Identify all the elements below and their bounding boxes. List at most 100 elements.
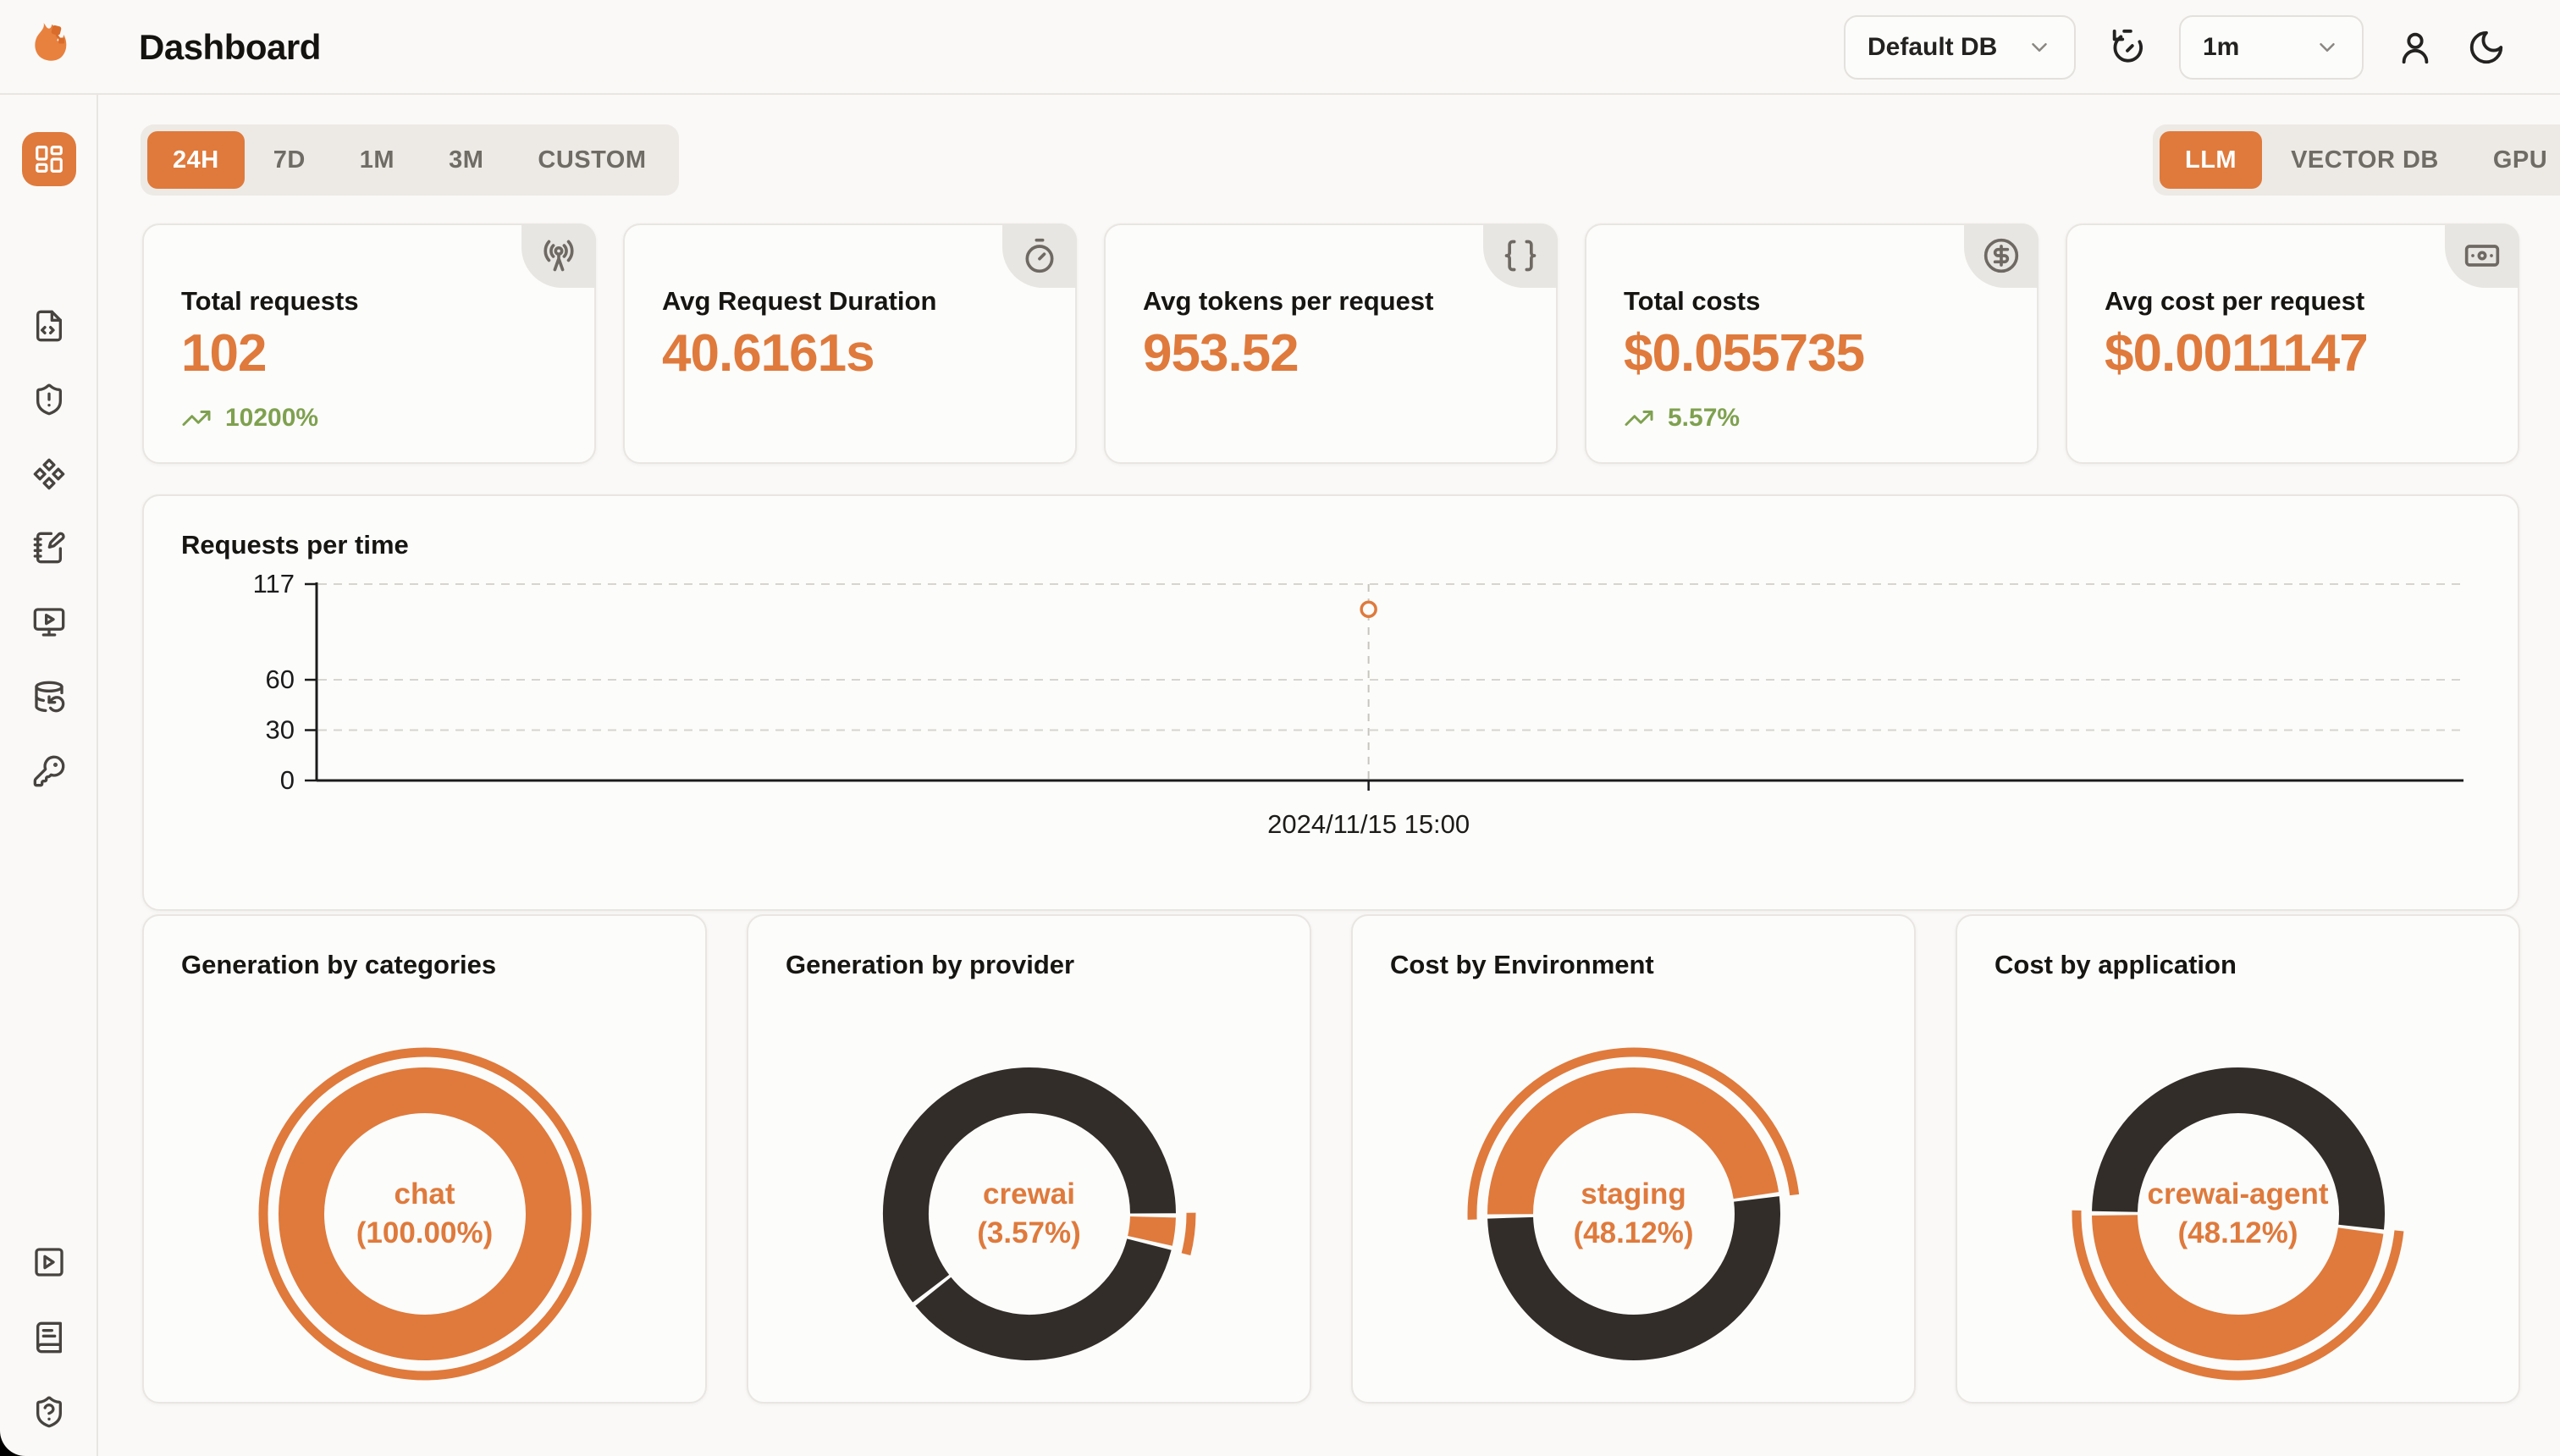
interval-select[interactable]: 1m xyxy=(2179,15,2364,80)
layout-dashboard-icon xyxy=(33,143,65,175)
braces-icon xyxy=(1502,237,1539,274)
metric-delta-value: 5.57% xyxy=(1668,404,1740,433)
donut-chart: crewai-agent (48.12%) xyxy=(2061,1036,2416,1392)
chevron-down-icon xyxy=(2314,35,2340,60)
square-play-icon xyxy=(32,1245,66,1279)
shield-alert-icon xyxy=(32,383,66,416)
tab-1m[interactable]: 1M xyxy=(334,131,420,189)
user-icon[interactable] xyxy=(2396,28,2435,67)
sidebar-item-databases[interactable] xyxy=(0,680,98,714)
component-icon xyxy=(32,457,66,491)
metric-card-avg-duration: Avg Request Duration 40.6161s xyxy=(623,223,1077,464)
signal-tabs: LLM VECTOR DB GPU xyxy=(2153,124,2560,196)
tab-24h[interactable]: 24H xyxy=(147,131,245,189)
donut-card-generation-by-categories: Generation by categories chat (100.00%) xyxy=(142,914,707,1404)
donut-svg xyxy=(852,1036,1207,1392)
book-text-icon xyxy=(32,1321,66,1354)
metric-delta: 5.57% xyxy=(1624,403,1740,433)
trending-up-icon xyxy=(181,403,212,433)
sidebar-item-api-keys[interactable] xyxy=(0,754,98,788)
database-select-value: Default DB xyxy=(1868,33,1997,62)
svg-text:2024/11/15 15:00: 2024/11/15 15:00 xyxy=(1267,809,1470,839)
timer-icon xyxy=(1021,237,1058,274)
monitor-play-icon xyxy=(32,605,66,639)
trending-up-icon xyxy=(1624,403,1654,433)
donut-title: Generation by provider xyxy=(786,950,1074,980)
database-backup-icon xyxy=(32,680,66,714)
metric-label: Avg tokens per request xyxy=(1143,286,1433,317)
tab-llm[interactable]: LLM xyxy=(2160,131,2262,189)
metric-label: Avg Request Duration xyxy=(662,286,936,317)
metric-delta-value: 10200% xyxy=(225,404,318,433)
sidebar-item-vault[interactable] xyxy=(0,605,98,639)
metric-label: Total costs xyxy=(1624,286,1760,317)
database-select[interactable]: Default DB xyxy=(1844,15,2076,80)
metric-badge xyxy=(2445,223,2519,288)
svg-text:30: 30 xyxy=(266,715,295,745)
donut-chart: crewai (3.57%) xyxy=(852,1036,1207,1392)
svg-text:117: 117 xyxy=(253,569,295,598)
moon-icon[interactable] xyxy=(2467,28,2506,67)
sidebar-item-documentation[interactable] xyxy=(0,1321,98,1354)
metric-badge xyxy=(521,223,596,288)
sidebar-item-exceptions[interactable] xyxy=(0,383,98,416)
refresh-history-icon[interactable] xyxy=(2108,28,2147,67)
tab-3m[interactable]: 3M xyxy=(423,131,509,189)
donut-title: Generation by categories xyxy=(181,950,496,980)
tab-vector-db[interactable]: VECTOR DB xyxy=(2265,131,2464,189)
donut-card-generation-by-provider: Generation by provider crewai (3.57%) xyxy=(747,914,1311,1404)
donut-svg xyxy=(247,1036,603,1392)
metric-value: 953.52 xyxy=(1143,323,1299,383)
metric-badge xyxy=(1002,223,1077,288)
metric-card-total-costs: Total costs $0.055735 5.57% xyxy=(1585,223,2039,464)
donut-svg xyxy=(1456,1036,1812,1392)
metric-value: 40.6161s xyxy=(662,323,874,383)
chevron-down-icon xyxy=(2027,35,2052,60)
metric-delta: 10200% xyxy=(181,403,318,433)
donut-chart: chat (100.00%) xyxy=(247,1036,603,1392)
metric-label: Total requests xyxy=(181,286,359,317)
top-header: Dashboard Default DB 1m xyxy=(0,0,2560,95)
metric-label: Avg cost per request xyxy=(2105,286,2364,317)
donut-card-cost-by-application: Cost by application crewai-agent (48.12%… xyxy=(1956,914,2520,1404)
metric-value: $0.055735 xyxy=(1624,323,1864,383)
requests-per-time-card: Requests per time 030601172024/11/15 15:… xyxy=(142,494,2519,911)
sidebar-item-dashboard[interactable] xyxy=(22,132,76,186)
page-title: Dashboard xyxy=(139,27,321,68)
metric-card-total-requests: Total requests 102 10200% xyxy=(142,223,596,464)
key-round-icon xyxy=(32,754,66,788)
donut-svg xyxy=(2061,1036,2416,1392)
donut-title: Cost by application xyxy=(1994,950,2237,980)
notebook-pen-icon xyxy=(32,531,66,565)
sidebar-item-openground[interactable] xyxy=(0,457,98,491)
banknote-icon xyxy=(2463,237,2501,274)
tab-custom[interactable]: CUSTOM xyxy=(512,131,671,189)
donut-chart: staging (48.12%) xyxy=(1456,1036,1812,1392)
metric-card-avg-tokens: Avg tokens per request 953.52 xyxy=(1104,223,1558,464)
svg-text:0: 0 xyxy=(280,765,295,795)
sidebar-item-prompt-hub[interactable] xyxy=(0,531,98,565)
metric-value: $0.0011147 xyxy=(2105,323,2368,383)
interval-select-value: 1m xyxy=(2203,33,2239,62)
donut-card-cost-by-environment: Cost by Environment staging (48.12%) xyxy=(1351,914,1916,1404)
tab-gpu[interactable]: GPU xyxy=(2468,131,2560,189)
requests-chart-svg: 0 30 60 117 2024/11/15 15:00 xyxy=(144,496,2521,913)
sidebar-nav xyxy=(0,95,98,1456)
circle-dollar-sign-icon xyxy=(1983,237,2020,274)
file-code-icon xyxy=(32,309,66,343)
metric-badge xyxy=(1483,223,1558,288)
tab-7d[interactable]: 7D xyxy=(248,131,331,189)
donut-title: Cost by Environment xyxy=(1390,950,1654,980)
time-range-tabs: 24H 7D 1M 3M CUSTOM xyxy=(141,124,679,196)
radio-tower-icon xyxy=(540,237,577,274)
shield-question-icon xyxy=(32,1395,66,1429)
metric-value: 102 xyxy=(181,323,266,383)
dashboard-app: Dashboard Default DB 1m xyxy=(0,0,2560,1456)
sidebar-item-getting-started[interactable] xyxy=(0,1245,98,1279)
header-controls: Default DB 1m xyxy=(1844,0,2506,95)
metric-badge xyxy=(1964,223,2039,288)
sidebar-item-requests[interactable] xyxy=(0,309,98,343)
app-logo-flame-icon[interactable] xyxy=(24,19,71,74)
svg-text:60: 60 xyxy=(266,665,295,694)
metric-card-avg-cost: Avg cost per request $0.0011147 xyxy=(2066,223,2519,464)
